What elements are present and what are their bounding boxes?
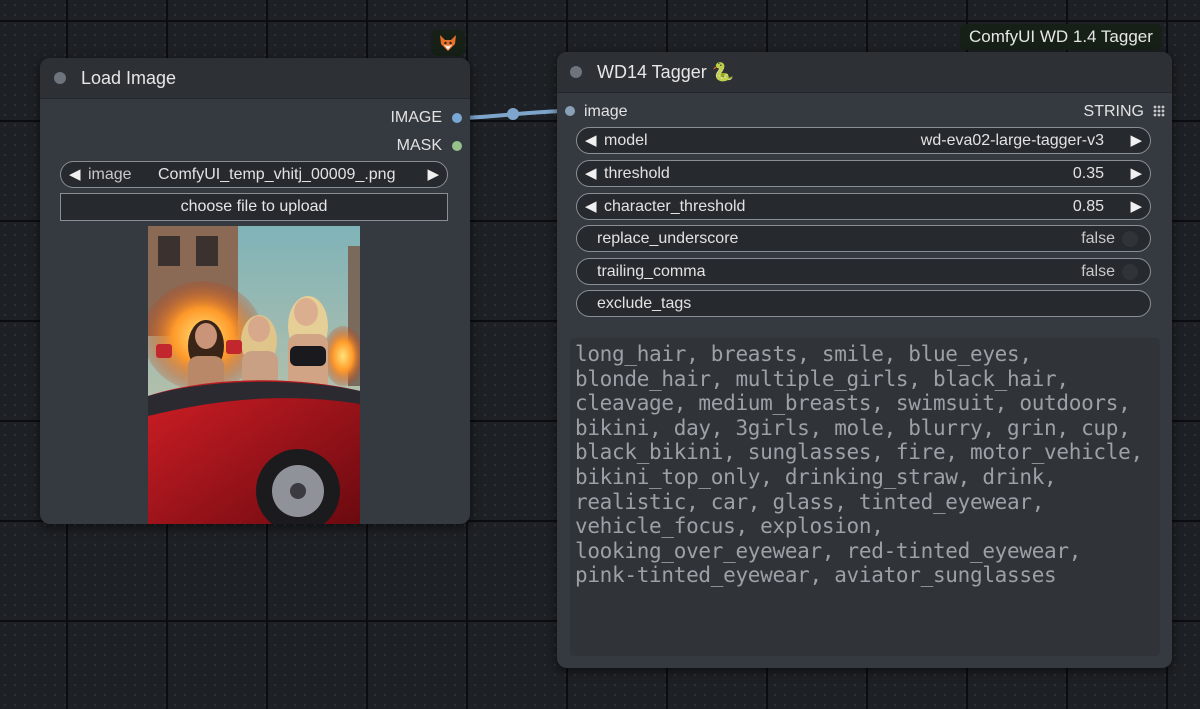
toggle-indicator[interactable] xyxy=(1122,231,1138,247)
character-threshold-number-widget[interactable]: ◀ character_threshold 0.85 ▶ xyxy=(576,193,1151,220)
prev-arrow-icon[interactable]: ◀ xyxy=(585,131,597,149)
widget-value: 0.35 xyxy=(1072,165,1104,182)
node-title: WD14 Tagger 🐍 xyxy=(597,62,735,82)
load-image-node[interactable]: Load Image IMAGE MASK ◀ image ComfyUI_te… xyxy=(40,58,470,524)
exclude-tags-text-widget[interactable]: exclude_tags xyxy=(576,290,1151,317)
output-image-label: IMAGE xyxy=(390,109,442,126)
widget-label: threshold xyxy=(604,165,670,182)
widget-label: character_threshold xyxy=(604,198,746,215)
widget-label: trailing_comma xyxy=(597,263,706,280)
prev-arrow-icon[interactable]: ◀ xyxy=(69,165,81,183)
output-mask-port[interactable] xyxy=(452,141,462,151)
node-title: Load Image xyxy=(81,68,177,88)
widget-label: model xyxy=(604,132,648,149)
input-image-port[interactable] xyxy=(565,106,575,116)
fox-icon xyxy=(440,35,456,51)
tags-output-textarea[interactable]: long_hair, breasts, smile, blue_eyes, bl… xyxy=(570,338,1160,656)
node-header[interactable]: WD14 Tagger 🐍 xyxy=(557,52,1172,93)
link-midpoint xyxy=(507,108,519,120)
widget-label: replace_underscore xyxy=(597,230,739,247)
widget-value: ComfyUI_temp_vhitj_00009_.png xyxy=(158,166,396,183)
upload-button[interactable]: choose file to upload xyxy=(60,193,448,221)
tagger-badge: ComfyUI WD 1.4 Tagger xyxy=(960,24,1162,50)
input-image-label: image xyxy=(584,103,628,120)
collapse-dot[interactable] xyxy=(570,66,582,78)
output-image-port[interactable] xyxy=(452,113,462,123)
decrement-arrow-icon[interactable]: ◀ xyxy=(585,164,597,182)
increment-arrow-icon[interactable]: ▶ xyxy=(1130,164,1142,182)
trailing-comma-toggle[interactable]: trailing_comma false xyxy=(576,258,1151,285)
image-preview xyxy=(148,226,360,524)
threshold-number-widget[interactable]: ◀ threshold 0.35 ▶ xyxy=(576,160,1151,187)
decrement-arrow-icon[interactable]: ◀ xyxy=(585,197,597,215)
widget-label: image xyxy=(88,166,132,183)
widget-value: wd-eva02-large-tagger-v3 xyxy=(920,132,1104,149)
widget-label: exclude_tags xyxy=(597,295,692,312)
node-header[interactable]: Load Image xyxy=(40,58,470,99)
widget-value: 0.85 xyxy=(1072,198,1104,215)
grid-icon[interactable] xyxy=(1153,105,1165,117)
toggle-indicator[interactable] xyxy=(1122,264,1138,280)
next-arrow-icon[interactable]: ▶ xyxy=(1130,131,1142,149)
increment-arrow-icon[interactable]: ▶ xyxy=(1130,197,1142,215)
fox-badge xyxy=(431,30,465,56)
widget-value: false xyxy=(1081,230,1115,247)
collapse-dot[interactable] xyxy=(54,72,66,84)
output-mask-label: MASK xyxy=(396,137,442,154)
image-combo-widget[interactable]: ◀ image ComfyUI_temp_vhitj_00009_.png ▶ xyxy=(60,161,448,188)
output-string-label: STRING xyxy=(1083,103,1144,120)
model-combo-widget[interactable]: ◀ model wd-eva02-large-tagger-v3 ▶ xyxy=(576,127,1151,154)
next-arrow-icon[interactable]: ▶ xyxy=(427,165,439,183)
replace-underscore-toggle[interactable]: replace_underscore false xyxy=(576,225,1151,252)
widget-value: false xyxy=(1081,263,1115,280)
wd14-tagger-node[interactable]: WD14 Tagger 🐍 image STRING ◀ model wd-ev… xyxy=(557,52,1172,668)
